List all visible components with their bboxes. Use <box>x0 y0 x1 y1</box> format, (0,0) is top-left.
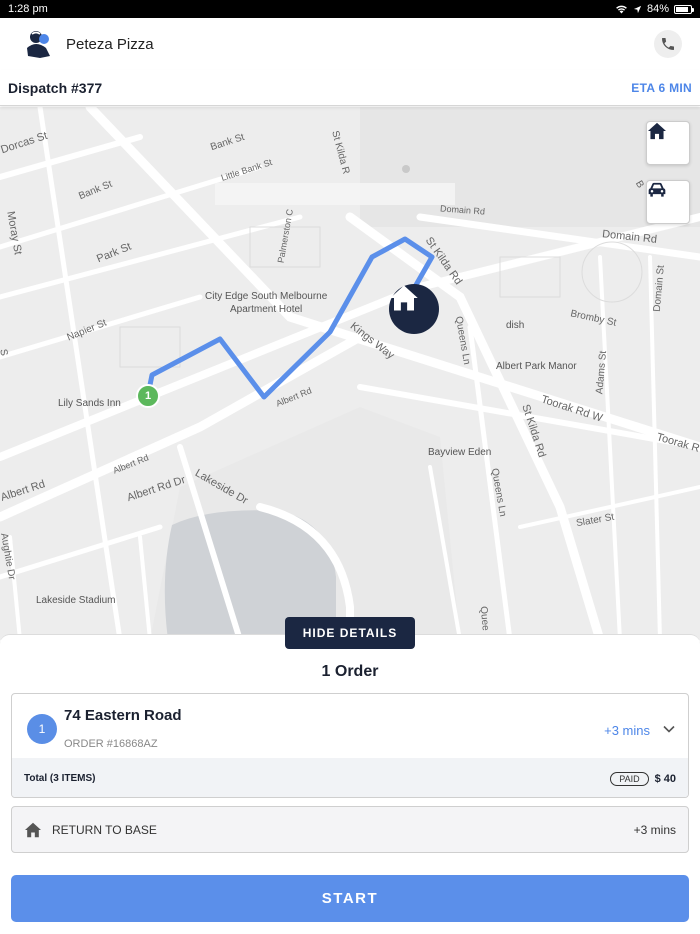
car-icon <box>648 182 666 197</box>
order-added-time: +3 mins <box>604 723 650 738</box>
app-header: Peteza Pizza <box>0 18 700 70</box>
hide-details-button[interactable]: HIDE DETAILS <box>285 617 415 649</box>
start-pin-number: 1 <box>144 390 152 402</box>
peteza-logo-icon <box>27 31 50 58</box>
map-label: Lakeside Stadium <box>36 595 116 606</box>
center-home-button[interactable] <box>646 121 690 165</box>
map-label: City Edge South Melbourne <box>205 291 328 302</box>
paid-badge: PAID <box>610 771 649 786</box>
status-right: 84% <box>615 3 694 15</box>
total-right: PAID $ 40 <box>610 771 676 786</box>
return-label: RETURN TO BASE <box>52 822 157 837</box>
order-address: 74 Eastern Road <box>64 707 182 724</box>
app-root: 1:28 pm 84% Peteza Pizza Dispatch #377 E… <box>0 0 700 934</box>
orders-title: 1 Order <box>321 663 379 680</box>
order-card[interactable]: 1 74 Eastern Road ORDER #16868AZ +3 mins… <box>11 693 689 798</box>
total-label: Total (3 ITEMS) <box>24 773 96 784</box>
center-driver-button[interactable] <box>646 180 690 224</box>
map-label: Lily Sands Inn <box>58 398 121 409</box>
status-time: 1:28 pm <box>8 3 48 15</box>
route-map[interactable]: Dorcas St Bank St Bank St Little Bank St… <box>0 107 700 640</box>
map-label: Quee <box>477 605 491 632</box>
phone-icon <box>662 38 674 50</box>
location-arrow-icon <box>633 5 642 13</box>
battery-percent: 84% <box>646 3 669 15</box>
dispatch-bar: Dispatch #377 ETA 6 MIN <box>0 70 700 106</box>
status-bar: 1:28 pm 84% <box>0 0 700 18</box>
battery-fill <box>676 6 688 12</box>
return-to-base-card[interactable]: RETURN TO BASE +3 mins <box>11 806 689 853</box>
map-label: Bayview Eden <box>428 447 492 458</box>
order-number-badge: 1 <box>27 714 57 744</box>
battery-icon <box>674 4 694 14</box>
map-label: dish <box>506 320 525 331</box>
chevron-down-icon[interactable] <box>662 722 676 736</box>
order-id: ORDER #16868AZ <box>64 738 158 750</box>
map-label: Albert Park Manor <box>496 361 577 372</box>
call-button[interactable] <box>654 30 682 58</box>
start-button[interactable]: START <box>11 875 689 922</box>
dispatch-title: Dispatch #377 <box>8 79 103 96</box>
wifi-icon <box>616 5 627 14</box>
start-pin[interactable]: 1 <box>136 384 160 408</box>
brand-name: Peteza Pizza <box>66 35 154 53</box>
home-marker-icon <box>390 285 418 311</box>
return-added-time: +3 mins <box>633 822 676 837</box>
order-total-row: Total (3 ITEMS) PAID $ 40 <box>12 758 688 797</box>
destination-marker[interactable] <box>389 284 439 334</box>
home-icon <box>25 822 41 837</box>
eta-label: ETA 6 MIN <box>631 80 692 95</box>
home-icon <box>648 122 666 140</box>
total-amount: $ 40 <box>654 772 676 785</box>
map-label: Apartment Hotel <box>230 304 303 315</box>
